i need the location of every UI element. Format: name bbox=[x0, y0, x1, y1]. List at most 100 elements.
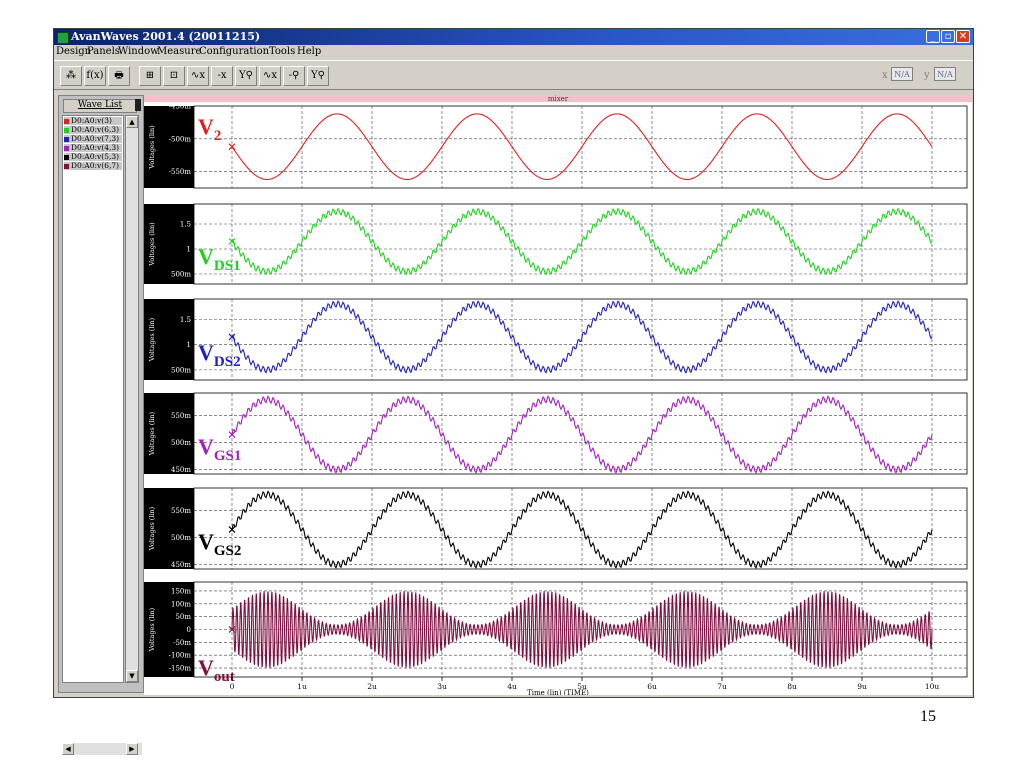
y-tick-label: -550m bbox=[169, 168, 192, 176]
y-coord-value: N/A bbox=[934, 67, 956, 81]
window-title: AvanWaves 2001.4 (20011215) bbox=[71, 30, 261, 43]
grid-button[interactable]: ⊞ bbox=[139, 66, 161, 86]
wave-list-item-label: D0:A0:v(3) bbox=[71, 116, 112, 125]
close-button[interactable]: ✕ bbox=[956, 30, 970, 43]
signal-label-base: V bbox=[198, 340, 214, 365]
minimize-button[interactable]: _ bbox=[926, 30, 940, 43]
x-tick-label: 3u bbox=[437, 682, 447, 691]
zoom-out-button[interactable]: -⚲ bbox=[283, 66, 305, 86]
menu-configuration[interactable]: Configuration bbox=[199, 46, 269, 57]
x-tick-label: 4u bbox=[507, 682, 517, 691]
wave-list-horizontal-scrollbar[interactable]: ◀ ▶ bbox=[62, 743, 142, 755]
y-tick-label: 1 bbox=[187, 246, 191, 254]
waveform-icon-button[interactable]: ⁂ bbox=[60, 66, 82, 86]
wave-color-swatch bbox=[64, 127, 69, 133]
wave-list-item-label: D0:A0:v(6,7) bbox=[71, 161, 120, 170]
y-tick-label: 50m bbox=[175, 613, 191, 621]
zoom-fit-button[interactable]: ⊡ bbox=[163, 66, 185, 86]
signal-label-subscript: 2 bbox=[214, 128, 222, 144]
x-tick-label: 2u bbox=[367, 682, 377, 691]
menu-window[interactable]: Window bbox=[118, 46, 159, 57]
menu-bar: Design Panels Window Measure Configurati… bbox=[54, 45, 973, 59]
signal-label-subscript: DS1 bbox=[214, 258, 241, 274]
wave-list-item[interactable]: D0:A0:v(3) bbox=[64, 117, 122, 125]
signal-label-subscript: GS2 bbox=[214, 543, 242, 559]
wave-list-item[interactable]: D0:A0:v(4,3) bbox=[64, 144, 122, 152]
x-tick-label: 8u bbox=[787, 682, 797, 691]
print-button[interactable]: 🖶 bbox=[108, 66, 130, 86]
x-coord-value: N/A bbox=[891, 67, 913, 81]
wave-color-swatch bbox=[64, 154, 69, 160]
wave-list-item-label: D0:A0:v(4,3) bbox=[71, 143, 120, 152]
y-tick-label: 1.5 bbox=[180, 316, 191, 324]
wave-color-swatch bbox=[64, 145, 69, 151]
wave-color-swatch bbox=[64, 136, 69, 142]
signal-label-base: V bbox=[198, 529, 214, 554]
wave-list-item[interactable]: D0:A0:v(5,3) bbox=[64, 153, 122, 161]
y-tick-label: -100m bbox=[169, 652, 192, 660]
signal-label-subscript: GS1 bbox=[214, 448, 242, 464]
y-tick-label: -150m bbox=[169, 665, 192, 673]
scroll-up-icon[interactable]: ▲ bbox=[126, 116, 138, 128]
zoom-out-x-button[interactable]: -x bbox=[211, 66, 233, 86]
panel-y-axis-label: Voltages (lin) bbox=[148, 222, 156, 267]
app-icon bbox=[57, 32, 69, 44]
menu-measure[interactable]: Measure bbox=[157, 46, 201, 57]
scroll-right-icon[interactable]: ▶ bbox=[126, 743, 138, 755]
x-tick-label: 0 bbox=[230, 682, 235, 691]
wave-list-vertical-scrollbar[interactable]: ▲ ▼ bbox=[125, 115, 139, 683]
zoom-xy-button[interactable]: ∿x bbox=[259, 66, 281, 86]
y-tick-label: 150m bbox=[171, 587, 191, 595]
avanwaves-window: AvanWaves 2001.4 (20011215) _ ▫ ✕ Design… bbox=[53, 28, 974, 755]
title-bar[interactable]: AvanWaves 2001.4 (20011215) _ ▫ ✕ bbox=[54, 29, 973, 45]
panel-y-axis-label: Voltages (lin) bbox=[148, 607, 156, 652]
toolbar: ⁂ f(x) 🖶 ⊞ ⊡ ∿x -x Y⚲ ∿x -⚲ Y⚲ x N/A y N… bbox=[54, 60, 973, 90]
menu-help[interactable]: Help bbox=[297, 46, 321, 57]
panel-y-axis-label: Voltages (lin) bbox=[148, 317, 156, 362]
wave-list-item[interactable]: D0:A0:v(6,3) bbox=[64, 126, 122, 134]
y-tick-label: -450m bbox=[169, 103, 192, 111]
y-tick-label: 550m bbox=[171, 412, 191, 420]
panel-frame bbox=[193, 203, 968, 285]
x-tick-label: 7u bbox=[717, 682, 727, 691]
scroll-down-icon[interactable]: ▼ bbox=[126, 670, 138, 682]
zoom-y-button[interactable]: Y⚲ bbox=[235, 66, 257, 86]
wave-list-panel: Wave List D0:A0:v(3) D0:A0:v(6,3) D0:A0:v(… bbox=[58, 95, 144, 755]
plot-area[interactable]: mixer Voltages (lin) -450m -500m -550m V2 Volt… bbox=[144, 95, 972, 697]
y-tick-label: 500m bbox=[171, 439, 191, 447]
y-tick-label: 500m bbox=[171, 271, 191, 279]
y-tick-label: 100m bbox=[171, 600, 191, 608]
scroll-left-icon[interactable]: ◀ bbox=[62, 743, 74, 755]
x-coord-label: x bbox=[882, 70, 888, 81]
y-tick-label: 1.5 bbox=[180, 221, 191, 229]
x-tick-label: 6u bbox=[647, 682, 657, 691]
x-tick-label: 10u bbox=[925, 682, 940, 691]
y-tick-label: 450m bbox=[171, 466, 191, 474]
x-axis-label: Time (lin) (TIME) bbox=[527, 689, 589, 695]
zoom-x-button[interactable]: ∿x bbox=[187, 66, 209, 86]
signal-label-base: V bbox=[198, 434, 214, 459]
wave-list-header-handle bbox=[135, 99, 141, 111]
signal-label-base: V bbox=[198, 244, 214, 269]
y-tick-label: 500m bbox=[171, 534, 191, 542]
wave-list-item[interactable]: D0:A0:v(6,7) bbox=[64, 162, 122, 170]
y-tick-label: -50m bbox=[173, 639, 191, 647]
menu-design[interactable]: Design bbox=[56, 46, 91, 57]
menu-tools[interactable]: Tools bbox=[269, 46, 295, 57]
signal-label-base: V bbox=[198, 114, 214, 139]
x-tick-label: 9u bbox=[857, 682, 867, 691]
y-tick-label: -500m bbox=[169, 135, 192, 143]
signal-label-subscript: DS2 bbox=[214, 354, 241, 370]
maximize-button[interactable]: ▫ bbox=[941, 30, 955, 43]
wave-list-item[interactable]: D0:A0:v(7,3) bbox=[64, 135, 122, 143]
y-tick-label: 450m bbox=[171, 561, 191, 569]
zoom-reset-button[interactable]: Y⚲ bbox=[307, 66, 329, 86]
y-coord-label: y bbox=[924, 70, 930, 81]
panel-frame bbox=[193, 298, 968, 381]
menu-panels[interactable]: Panels bbox=[87, 46, 120, 57]
function-button[interactable]: f(x) bbox=[84, 66, 106, 86]
waveform-plot[interactable]: mixerVoltages (lin)-450m-500m-550mV2Volt… bbox=[144, 95, 972, 697]
wave-list-header[interactable]: Wave List bbox=[63, 99, 137, 113]
wave-color-swatch bbox=[64, 163, 69, 169]
wave-list: D0:A0:v(3) D0:A0:v(6,3) D0:A0:v(7,3) D0:A0:… bbox=[62, 115, 124, 683]
